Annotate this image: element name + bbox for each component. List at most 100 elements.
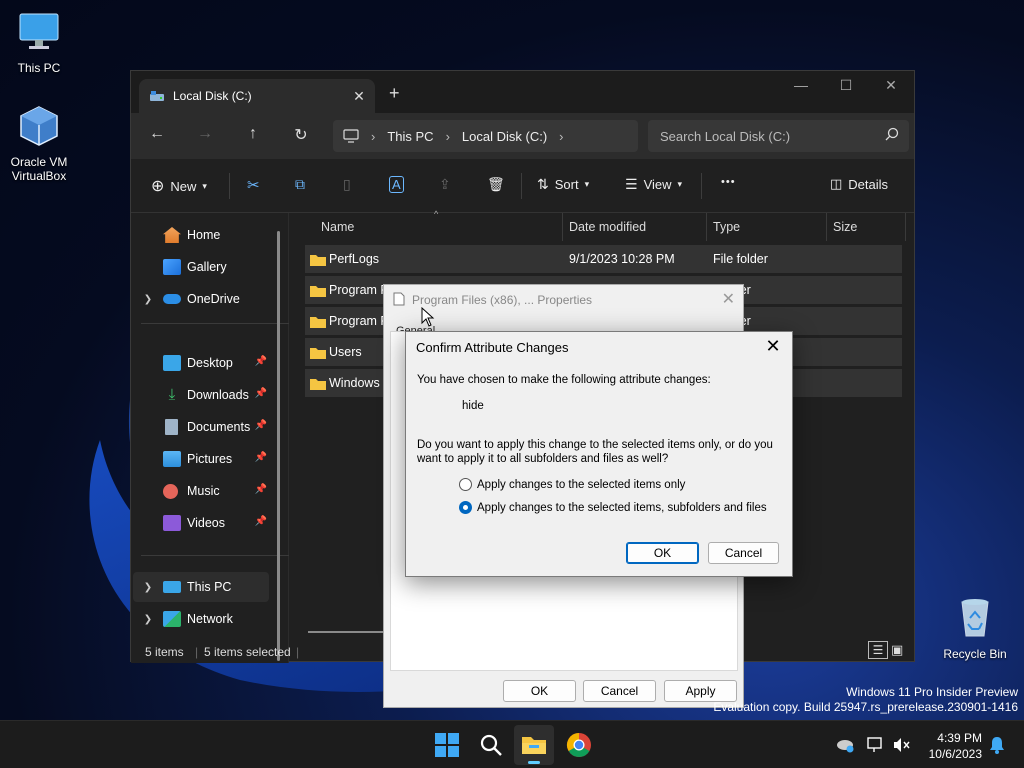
divider[interactable] <box>562 213 563 241</box>
chevron-right-icon[interactable]: ❯ <box>133 294 163 305</box>
new-tab-icon[interactable]: + <box>389 83 400 104</box>
new-button[interactable]: ⊕ New ▾ <box>151 176 207 196</box>
pin-icon[interactable]: 📌 <box>255 452 267 463</box>
ok-button[interactable]: OK <box>503 680 576 702</box>
attribute-change: hide <box>462 400 484 412</box>
cancel-button[interactable]: Cancel <box>583 680 656 702</box>
back-arrow-icon[interactable]: ← <box>145 125 169 143</box>
copy-icon: ⧉ <box>295 176 305 192</box>
copy-button[interactable]: ⧉ <box>295 176 305 193</box>
more-options-button[interactable]: ••• <box>721 176 736 188</box>
maximize-icon[interactable]: ☐ <box>831 77 861 94</box>
sidebar-item-network[interactable]: ❯ Network <box>133 604 269 634</box>
system-clock[interactable]: 4:39 PM 10/6/2023 <box>929 730 982 762</box>
divider[interactable] <box>905 213 906 241</box>
nav-scrollbar[interactable] <box>277 231 280 661</box>
pin-icon[interactable]: 📌 <box>255 388 267 399</box>
tiles-view-icon[interactable]: ▣ <box>891 642 903 658</box>
selected-count: 5 items selected <box>204 645 291 659</box>
divider[interactable] <box>826 213 827 241</box>
sidebar-item-this-pc[interactable]: ❯ This PC <box>133 572 269 602</box>
radio-recursive[interactable]: Apply changes to the selected items, sub… <box>459 501 767 514</box>
column-header-name[interactable]: Name <box>321 220 354 234</box>
onedrive-status-icon[interactable] <box>836 737 854 753</box>
desktop-icon-virtualbox[interactable]: Oracle VM VirtualBox <box>0 104 79 183</box>
sidebar-item-pictures[interactable]: Pictures 📌 <box>133 444 269 474</box>
chevron-right-icon[interactable]: ❯ <box>133 614 163 625</box>
sort-button[interactable]: ⇅ Sort ▾ <box>537 176 589 193</box>
close-icon[interactable]: ✕ <box>760 336 786 357</box>
document-icon <box>165 419 178 435</box>
sidebar-item-onedrive[interactable]: ❯ OneDrive <box>133 284 269 314</box>
divider[interactable] <box>706 213 707 241</box>
sidebar-item-downloads[interactable]: ⤓ Downloads 📌 <box>133 380 269 410</box>
navigation-pane: Home Gallery ❯ OneDrive Desktop 📌 ⤓ Down… <box>131 213 289 663</box>
paste-button[interactable]: ▯ <box>343 176 351 193</box>
ok-button[interactable]: OK <box>626 542 699 564</box>
chevron-down-icon: ▾ <box>202 180 207 191</box>
evaluation-watermark: Windows 11 Pro Insider Preview Evaluatio… <box>713 685 1018 715</box>
breadcrumb[interactable]: › This PC › Local Disk (C:) › <box>333 120 638 152</box>
cloud-icon <box>163 294 181 304</box>
tab-title: Local Disk (C:) <box>173 89 252 103</box>
sidebar-item-gallery[interactable]: Gallery <box>133 252 269 282</box>
cut-button[interactable]: ✂ <box>247 176 260 194</box>
close-tab-icon[interactable]: ✕ <box>349 88 369 105</box>
delete-button[interactable]: 🗑 <box>487 176 505 193</box>
column-header-size[interactable]: Size <box>833 220 857 234</box>
minimize-icon[interactable]: — <box>786 77 816 93</box>
network-icon[interactable] <box>867 737 885 753</box>
radio-button-selected[interactable] <box>459 501 472 514</box>
pin-icon[interactable]: 📌 <box>255 516 267 527</box>
sidebar-item-home[interactable]: Home <box>133 220 269 250</box>
table-row[interactable]: PerfLogs 9/1/2023 10:28 PM File folder <box>305 245 902 273</box>
column-header-date[interactable]: Date modified <box>569 220 646 234</box>
radio-button[interactable] <box>459 478 472 491</box>
pin-icon[interactable]: 📌 <box>255 484 267 495</box>
view-button[interactable]: ☰ View ▾ <box>625 176 682 193</box>
chevron-down-icon: ▾ <box>677 179 683 189</box>
breadcrumb-local-disk[interactable]: Local Disk (C:) <box>462 129 547 144</box>
sidebar-item-label: Documents <box>187 420 251 434</box>
share-button[interactable]: ⇪ <box>439 176 451 193</box>
search-icon[interactable] <box>477 731 505 759</box>
breadcrumb-this-pc[interactable]: This PC <box>387 129 433 144</box>
desktop-icon-this-pc[interactable]: This PC <box>0 10 79 75</box>
properties-title: Program Files (x86), ... Properties <box>412 293 593 307</box>
sidebar-item-desktop[interactable]: Desktop 📌 <box>133 348 269 378</box>
more-icon: ••• <box>721 176 736 188</box>
refresh-icon[interactable]: ↻ <box>289 125 313 145</box>
volume-muted-icon[interactable] <box>893 737 911 753</box>
rename-button[interactable]: A <box>389 176 404 193</box>
tab-local-disk[interactable]: Local Disk (C:) ✕ <box>139 79 375 113</box>
close-window-icon[interactable]: ✕ <box>876 77 906 94</box>
details-view-icon[interactable]: ☰ <box>868 641 888 659</box>
chevron-right-icon[interactable]: › <box>559 129 563 144</box>
forward-arrow-icon[interactable]: → <box>193 125 217 143</box>
sidebar-item-videos[interactable]: Videos 📌 <box>133 508 269 538</box>
windows-start-icon[interactable] <box>433 731 461 759</box>
view-list-icon: ☰ <box>625 176 638 192</box>
pin-icon[interactable]: 📌 <box>255 356 267 367</box>
cancel-button[interactable]: Cancel <box>708 542 779 564</box>
close-icon[interactable]: ✕ <box>722 289 735 309</box>
desktop-icon-recycle-bin[interactable]: Recycle Bin <box>935 596 1015 661</box>
details-pane-button[interactable]: ◫ Details <box>830 176 888 192</box>
chevron-right-icon[interactable]: ❯ <box>133 582 163 593</box>
file-explorer-taskbar-button[interactable] <box>514 725 554 765</box>
sidebar-item-music[interactable]: Music 📌 <box>133 476 269 506</box>
address-bar: ← → ↑ ↻ › This PC › Local Disk (C:) › Se… <box>131 113 914 159</box>
active-indicator <box>528 761 540 764</box>
column-header-type[interactable]: Type <box>713 220 740 234</box>
notification-bell-icon[interactable] <box>989 736 1005 754</box>
file-name: PerfLogs <box>329 252 380 266</box>
sidebar-item-documents[interactable]: Documents 📌 <box>133 412 269 442</box>
radio-selected-only[interactable]: Apply changes to the selected items only <box>459 478 685 491</box>
pin-icon[interactable]: 📌 <box>255 420 267 431</box>
item-count: 5 items <box>145 645 184 659</box>
file-type: File folder <box>713 252 768 266</box>
question-line-2: want to apply it to all subfolders and f… <box>417 453 669 465</box>
up-arrow-icon[interactable]: ↑ <box>241 125 265 143</box>
search-input[interactable]: Search Local Disk (C:) <box>648 120 909 152</box>
chrome-icon[interactable] <box>565 731 593 759</box>
